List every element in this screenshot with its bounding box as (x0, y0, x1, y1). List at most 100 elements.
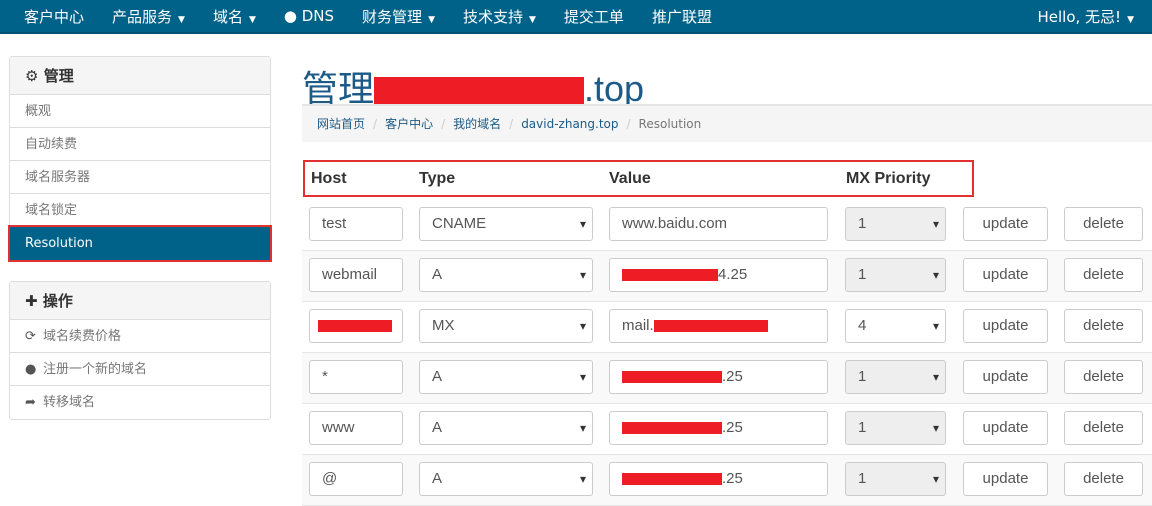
type-select[interactable]: A (419, 462, 593, 496)
breadcrumb-link[interactable]: david-zhang.top (521, 117, 618, 131)
table-row: @ A .25 1 update delete (302, 455, 1152, 506)
type-select[interactable]: A (419, 411, 593, 445)
sidebar-action-item[interactable]: ●注册一个新的域名 (10, 353, 270, 386)
breadcrumb-link[interactable]: 我的域名 (453, 117, 501, 131)
header-host: Host (311, 170, 347, 188)
redaction (622, 371, 722, 383)
action-label: 转移域名 (43, 395, 95, 410)
delete-button[interactable]: delete (1064, 309, 1143, 343)
update-button[interactable]: update (963, 462, 1048, 496)
update-button[interactable]: update (963, 360, 1048, 394)
mx-priority-select: 1 (845, 207, 946, 241)
manage-title: 管理 (44, 67, 74, 85)
user-menu[interactable]: Hello, 无忌!▼ (1024, 6, 1152, 27)
breadcrumb-link[interactable]: 网站首页 (317, 117, 365, 131)
mx-priority-select: 1 (845, 411, 946, 445)
update-button[interactable]: update (963, 258, 1048, 292)
header-value: Value (609, 170, 651, 188)
actions-panel-header: ✚ 操作 (10, 282, 270, 320)
redaction (622, 269, 718, 281)
host-input[interactable]: webmail (309, 258, 403, 292)
header-type: Type (419, 170, 455, 188)
nav-item[interactable]: 客户中心 (10, 6, 98, 27)
nav-label: 提交工单 (564, 8, 624, 26)
host-input[interactable] (309, 309, 403, 343)
breadcrumb-link[interactable]: 客户中心 (385, 117, 433, 131)
type-select[interactable]: MX (419, 309, 593, 343)
type-select[interactable]: CNAME (419, 207, 593, 241)
nav-item[interactable]: 域名 ▼ (199, 6, 270, 27)
host-input[interactable]: @ (309, 462, 403, 496)
header-mx-priority: MX Priority (846, 170, 930, 188)
actions-title: 操作 (43, 292, 73, 310)
host-input[interactable]: www (309, 411, 403, 445)
records-table: test CNAME www.baidu.com 1 update delete webma… (302, 200, 1152, 506)
nav-label: 产品服务 (112, 8, 172, 26)
caret-down-icon: ▼ (249, 15, 256, 25)
share-icon: ➦ (25, 386, 43, 419)
breadcrumb-separator: / (627, 117, 631, 131)
redaction (654, 320, 768, 332)
nav-label: DNS (302, 7, 334, 25)
table-row: MX mail. 4 update delete (302, 302, 1152, 353)
sidebar-action-item[interactable]: ⟳域名续费价格 (10, 320, 270, 353)
value-input[interactable]: .25 (609, 411, 828, 445)
breadcrumb: 网站首页/客户中心/我的域名/david-zhang.top/Resolutio… (302, 104, 1152, 142)
value-input[interactable]: www.baidu.com (609, 207, 828, 241)
update-button[interactable]: update (963, 207, 1048, 241)
redaction (622, 473, 722, 485)
nav-label: 推广联盟 (652, 8, 712, 26)
value-input[interactable]: 4.25 (609, 258, 828, 292)
redaction (318, 320, 392, 332)
host-input[interactable]: * (309, 360, 403, 394)
table-row: webmailA4.251updatedelete (302, 251, 1152, 302)
table-row: *A.251updatedelete (302, 353, 1152, 404)
manage-panel-header: ⚙ 管理 (10, 57, 270, 95)
top-nav: 客户中心产品服务▼域名▼● DNS财务管理▼技术支持▼提交工单推广联盟Hello… (0, 0, 1152, 34)
caret-down-icon: ▼ (428, 15, 435, 25)
nav-item[interactable]: ● DNS (270, 7, 348, 25)
nav-item[interactable]: 技术支持▼ (449, 6, 550, 27)
action-label: 域名续费价格 (43, 329, 121, 344)
title-prefix: 管理 (302, 68, 374, 109)
mx-priority-select[interactable]: 4 (845, 309, 946, 343)
action-label: 注册一个新的域名 (43, 362, 147, 377)
breadcrumb-separator: / (441, 117, 445, 131)
caret-down-icon: ▼ (1127, 15, 1134, 25)
type-select[interactable]: A (419, 360, 593, 394)
mx-priority-select: 1 (845, 462, 946, 496)
delete-button[interactable]: delete (1064, 462, 1143, 496)
sidebar-item[interactable]: 域名服务器 (10, 161, 270, 194)
table-row: www A .25 1 update delete (302, 404, 1152, 455)
delete-button[interactable]: delete (1064, 258, 1143, 292)
update-button[interactable]: update (963, 309, 1048, 343)
nav-item[interactable]: 推广联盟 (638, 6, 726, 27)
gear-icon: ⚙ (25, 67, 38, 85)
redaction (374, 77, 584, 105)
value-input[interactable]: .25 (609, 360, 828, 394)
actions-panel: ✚ 操作 ⟳域名续费价格●注册一个新的域名➦转移域名 (9, 281, 271, 420)
nav-label: 域名 (213, 8, 243, 26)
delete-button[interactable]: delete (1064, 207, 1143, 241)
type-select[interactable]: A (419, 258, 593, 292)
value-input[interactable]: mail. (609, 309, 828, 343)
breadcrumb-separator: / (373, 117, 377, 131)
delete-button[interactable]: delete (1064, 411, 1143, 445)
nav-item[interactable]: 产品服务▼ (98, 6, 199, 27)
globe-icon: ● (284, 7, 302, 25)
value-input[interactable]: .25 (609, 462, 828, 496)
nav-item[interactable]: 提交工单 (550, 6, 638, 27)
host-input[interactable]: test (309, 207, 403, 241)
nav-item[interactable]: 财务管理▼ (348, 6, 449, 27)
delete-button[interactable]: delete (1064, 360, 1143, 394)
sidebar-action-item[interactable]: ➦转移域名 (10, 386, 270, 419)
sidebar-item[interactable]: Resolution (10, 227, 270, 260)
sidebar-item[interactable]: 域名锁定 (10, 194, 270, 227)
sidebar-item[interactable]: 概观 (10, 95, 270, 128)
breadcrumb-separator: / (509, 117, 513, 131)
globe-icon: ● (25, 353, 43, 386)
caret-down-icon: ▼ (529, 15, 536, 25)
sidebar-item[interactable]: 自动续费 (10, 128, 270, 161)
update-button[interactable]: update (963, 411, 1048, 445)
refresh-icon: ⟳ (25, 320, 43, 353)
